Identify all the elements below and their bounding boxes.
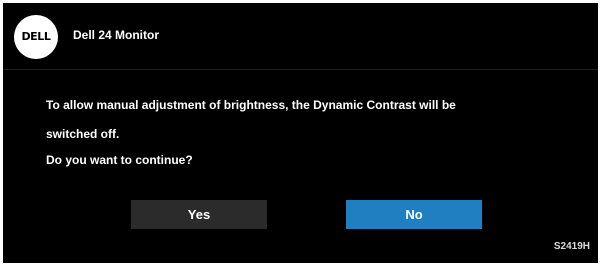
osd-header: DELL Dell 24 Monitor (3, 3, 598, 67)
osd-dialog: DELL Dell 24 Monitor To allow manual adj… (3, 3, 598, 263)
monitor-title: Dell 24 Monitor (73, 28, 160, 42)
logo-text: DELL (21, 30, 51, 43)
no-button[interactable]: No (346, 200, 482, 229)
dell-logo-icon: DELL (14, 15, 58, 59)
confirm-question: Do you want to continue? (46, 153, 193, 167)
model-number: S2419H (553, 241, 590, 252)
message-line-1: To allow manual adjustment of brightness… (46, 98, 456, 112)
header-divider (3, 69, 598, 70)
message-line-2: switched off. (46, 127, 120, 141)
yes-button[interactable]: Yes (131, 200, 267, 229)
